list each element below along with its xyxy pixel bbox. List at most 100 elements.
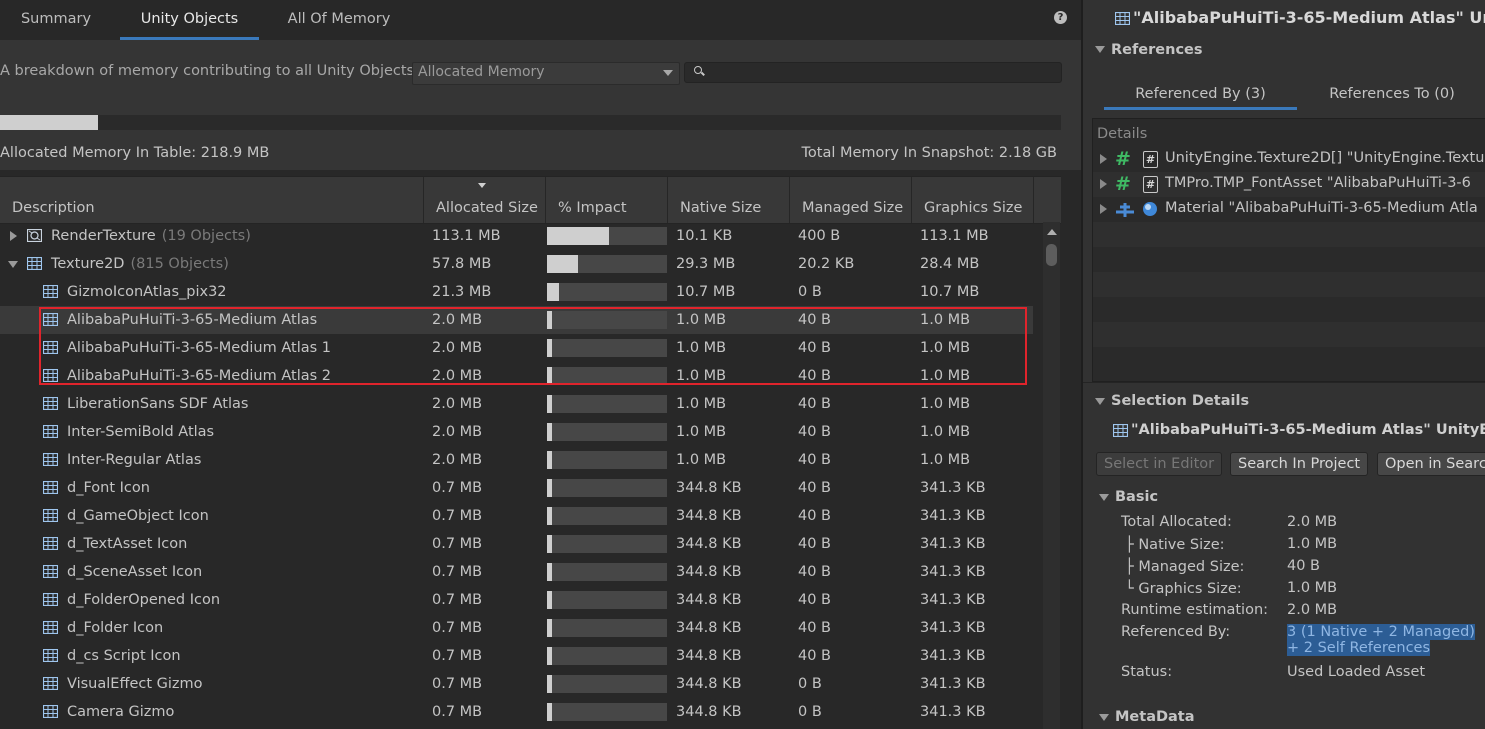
- scroll-thumb[interactable]: [1046, 244, 1057, 266]
- chevron-right-icon[interactable]: [10, 231, 17, 241]
- texture-icon: [43, 341, 58, 354]
- impact-bar: [547, 395, 667, 413]
- impact-bar: [547, 647, 667, 665]
- column-allocated-size[interactable]: Allocated Size: [424, 177, 546, 223]
- search-input[interactable]: [684, 62, 1062, 83]
- impact-bar-fill: [547, 367, 552, 385]
- table-row[interactable]: d_TextAsset Icon 0.7 MB 344.8 KB 40 B 341.3 …: [0, 530, 1033, 558]
- table-progress-fill: [0, 115, 98, 130]
- impact-bar: [547, 507, 667, 525]
- tab-all-of-memory[interactable]: All Of Memory: [276, 0, 402, 40]
- row-description: VisualEffect Gizmo: [67, 676, 203, 692]
- row-allocated-size: 2.0 MB: [432, 312, 483, 328]
- column-managed-size[interactable]: Managed Size: [790, 177, 912, 223]
- table-row[interactable]: Texture2D (815 Objects) 57.8 MB 29.3 MB 20.2…: [0, 250, 1033, 278]
- table-row[interactable]: AlibabaPuHuiTi-3-65-Medium Atlas 2 2.0 MB…: [0, 362, 1033, 390]
- select-in-editor-button[interactable]: Select in Editor: [1096, 452, 1223, 476]
- open-in-search-button[interactable]: Open in Searc: [1377, 452, 1485, 476]
- row-graphics-size: 341.3 KB: [920, 564, 986, 580]
- impact-bar-fill: [547, 227, 609, 245]
- texture-icon: [43, 621, 58, 634]
- row-graphics-size: 341.3 KB: [920, 508, 986, 524]
- column-graphics-size[interactable]: Graphics Size: [912, 177, 1034, 223]
- row-native-size: 1.0 MB: [676, 452, 727, 468]
- script-icon: #: [1143, 151, 1158, 168]
- chevron-down-icon[interactable]: [1095, 398, 1105, 405]
- column-impact[interactable]: % Impact: [546, 177, 668, 223]
- row-graphics-size: 341.3 KB: [920, 648, 986, 664]
- table-row[interactable]: d_Font Icon 0.7 MB 344.8 KB 40 B 341.3 KB: [0, 474, 1033, 502]
- table-row[interactable]: Inter-SemiBold Atlas 2.0 MB 1.0 MB 40 B 1.0 …: [0, 418, 1033, 446]
- row-allocated-size: 0.7 MB: [432, 480, 483, 496]
- row-allocated-size: 0.7 MB: [432, 704, 483, 720]
- column-native-size[interactable]: Native Size: [668, 177, 790, 223]
- row-managed-size: 40 B: [798, 424, 832, 440]
- basic-header[interactable]: Basic: [1115, 489, 1158, 505]
- table-row[interactable]: d_SceneAsset Icon 0.7 MB 344.8 KB 40 B 341.3…: [0, 558, 1033, 586]
- status-label: Status:: [1121, 664, 1173, 680]
- row-managed-size: 40 B: [798, 508, 832, 524]
- allocated-in-table-text: Allocated Memory In Table: 218.9 MB: [0, 145, 270, 161]
- references-header[interactable]: References: [1111, 42, 1203, 58]
- chevron-right-icon[interactable]: [1100, 179, 1107, 189]
- reference-row[interactable]: # # TMPro.TMP_FontAsset "AlibabaPuHuiTi-…: [1093, 172, 1485, 197]
- chevron-right-icon[interactable]: [1100, 204, 1107, 214]
- table-row[interactable]: d_Folder Icon 0.7 MB 344.8 KB 40 B 341.3 KB: [0, 614, 1033, 642]
- chevron-down-icon[interactable]: [8, 261, 18, 268]
- row-graphics-size: 341.3 KB: [920, 704, 986, 720]
- reference-row[interactable]: # # UnityEngine.Texture2D[] "UnityEngine…: [1093, 147, 1485, 172]
- tab-references-to[interactable]: References To (0): [1303, 78, 1481, 110]
- tab-unity-objects[interactable]: Unity Objects: [120, 0, 259, 40]
- status-value: Used Loaded Asset: [1287, 664, 1426, 680]
- row-graphics-size: 341.3 KB: [920, 480, 986, 496]
- row-native-size: 10.7 MB: [676, 284, 736, 300]
- referenced-by-value[interactable]: 3 (1 Native + 2 Managed) + 2 Self Refere…: [1287, 624, 1475, 656]
- row-description: d_TextAsset Icon: [67, 536, 188, 552]
- scroll-up-icon[interactable]: [1047, 229, 1057, 235]
- reference-row[interactable]: Material "AlibabaPuHuiTi-3-65-Medium Atl…: [1093, 197, 1485, 222]
- table-row[interactable]: LiberationSans SDF Atlas 2.0 MB 1.0 MB 40 B…: [0, 390, 1033, 418]
- table-row[interactable]: Camera Gizmo 0.7 MB 344.8 KB 0 B 341.3 KB: [0, 698, 1033, 726]
- row-allocated-size: 2.0 MB: [432, 452, 483, 468]
- row-native-size: 29.3 MB: [676, 256, 736, 272]
- table-row[interactable]: VisualEffect Gizmo 0.7 MB 344.8 KB 0 B 341.3…: [0, 670, 1033, 698]
- row-description: Inter-SemiBold Atlas: [67, 424, 215, 440]
- row-description: RenderTexture (19 Objects): [51, 228, 251, 244]
- search-in-project-button[interactable]: Search In Project: [1230, 452, 1369, 476]
- table-row[interactable]: AlibabaPuHuiTi-3-65-Medium Atlas 2.0 MB 1.…: [0, 306, 1033, 334]
- table-row[interactable]: GizmoIconAtlas_pix32 21.3 MB 10.7 MB 0 B 10.…: [0, 278, 1033, 306]
- view-dropdown[interactable]: Allocated Memory: [412, 62, 680, 85]
- row-description: AlibabaPuHuiTi-3-65-Medium Atlas 2: [67, 368, 332, 384]
- row-allocated-size: 0.7 MB: [432, 536, 483, 552]
- chevron-right-icon[interactable]: [1100, 154, 1107, 164]
- table-row[interactable]: RenderTexture (19 Objects) 113.1 MB 10.1 KB…: [0, 222, 1033, 250]
- selection-details-header[interactable]: Selection Details: [1111, 393, 1249, 409]
- total-in-snapshot-text: Total Memory In Snapshot: 2.18 GB: [801, 145, 1058, 161]
- selection-name: "AlibabaPuHuiTi-3-65-Medium Atlas" Unity…: [1131, 422, 1485, 438]
- metadata-header[interactable]: MetaData: [1115, 709, 1195, 725]
- tab-referenced-by[interactable]: Referenced By (3): [1104, 78, 1297, 110]
- row-native-size: 344.8 KB: [676, 704, 742, 720]
- graphics-size-label: └ Graphics Size:: [1125, 581, 1242, 597]
- texture-icon: [43, 565, 58, 578]
- table-row[interactable]: AlibabaPuHuiTi-3-65-Medium Atlas 1 2.0 MB…: [0, 334, 1033, 362]
- row-native-size: 344.8 KB: [676, 508, 742, 524]
- render-texture-icon: [27, 229, 42, 242]
- row-managed-size: 40 B: [798, 452, 832, 468]
- column-description[interactable]: Description: [0, 177, 424, 223]
- table-row[interactable]: d_FolderOpened Icon 0.7 MB 344.8 KB 40 B 341…: [0, 586, 1033, 614]
- row-graphics-size: 1.0 MB: [920, 368, 971, 384]
- table-row[interactable]: Inter-Regular Atlas 2.0 MB 1.0 MB 40 B 1.0 M…: [0, 446, 1033, 474]
- chevron-down-icon[interactable]: [1099, 494, 1109, 501]
- table-row[interactable]: d_cs Script Icon 0.7 MB 344.8 KB 40 B 341.3 …: [0, 642, 1033, 670]
- impact-bar: [547, 703, 667, 721]
- tab-summary[interactable]: Summary: [0, 0, 112, 40]
- runtime-estimation-value: 2.0 MB: [1287, 602, 1338, 618]
- chevron-down-icon[interactable]: [1095, 46, 1105, 53]
- table-scrollbar[interactable]: [1043, 222, 1060, 729]
- row-managed-size: 0 B: [798, 284, 822, 300]
- question-icon[interactable]: ?: [1054, 11, 1067, 24]
- chevron-down-icon[interactable]: [1099, 714, 1109, 721]
- table-row[interactable]: d_GameObject Icon 0.7 MB 344.8 KB 40 B 341.3…: [0, 502, 1033, 530]
- impact-bar-fill: [547, 283, 559, 301]
